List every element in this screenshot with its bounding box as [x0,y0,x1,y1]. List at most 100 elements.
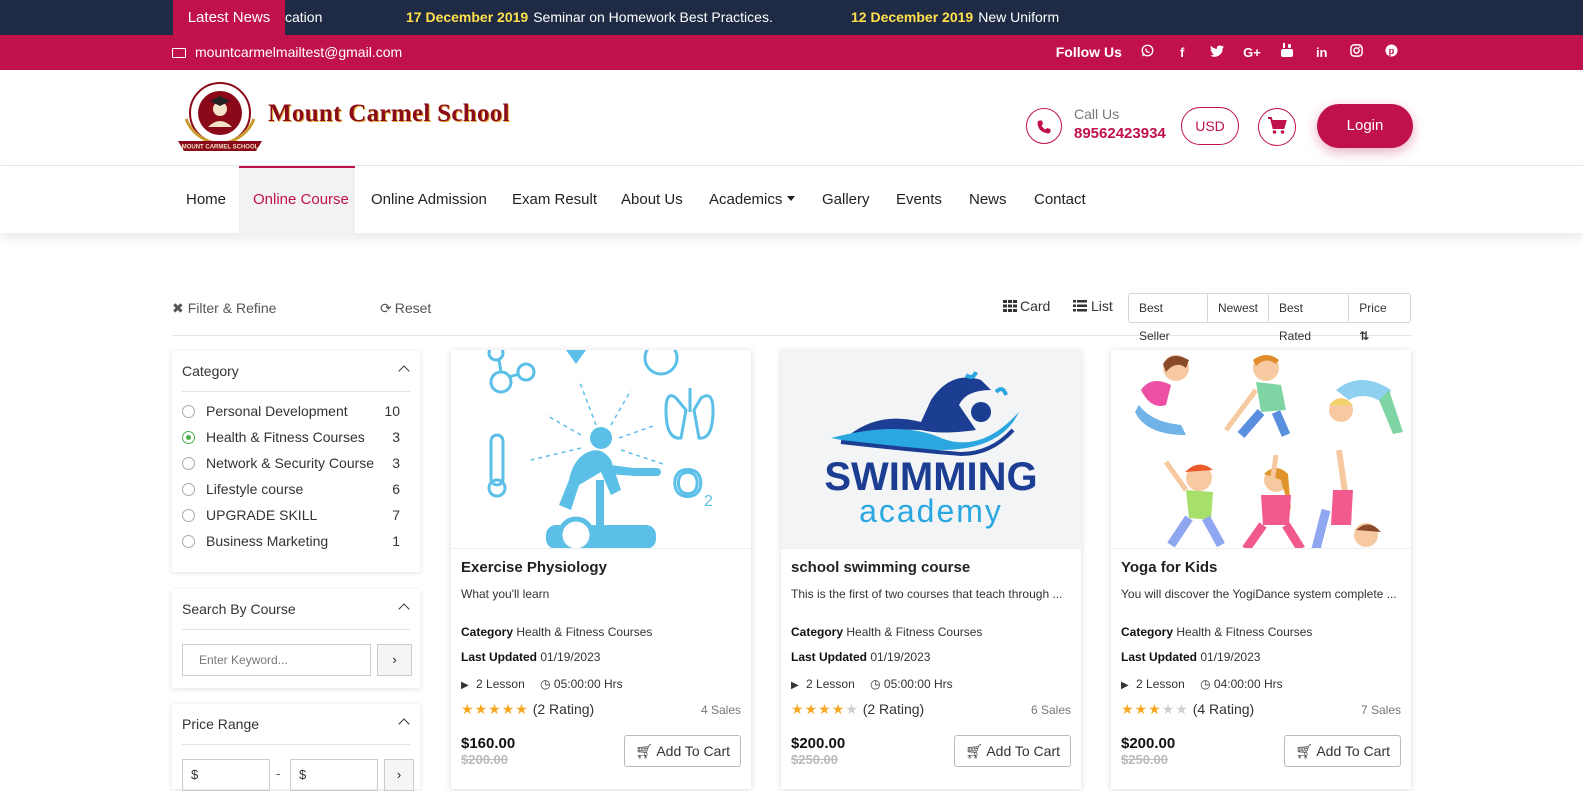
view-card-button[interactable]: Card [1003,298,1050,314]
price-max-input[interactable]: $ [290,759,378,791]
search-submit-button[interactable]: › [377,644,412,676]
course-category: Category Health & Fitness Courses [1121,625,1312,639]
price-panel-header[interactable]: Price Range [182,704,410,745]
course-image-swimming[interactable]: SWIMMING academy [781,350,1081,549]
star-icon: ★ [1121,701,1135,717]
category-value: Health & Fitness Courses [516,625,653,639]
category-item[interactable]: Health & Fitness Courses 3 [172,424,420,450]
filter-refine-toggle[interactable]: ✖ Filter & Refine [172,300,276,317]
nav-gallery[interactable]: Gallery [808,166,884,233]
category-count: 6 [392,481,400,497]
sort-price[interactable]: Price ⇅ [1349,294,1410,343]
course-image-yoga-kids[interactable] [1111,350,1411,549]
instagram-icon[interactable] [1341,35,1372,70]
category-count: 7 [392,507,400,523]
sort-best-rated[interactable]: Best Rated [1269,294,1350,343]
star-empty-icon: ★ [1161,701,1176,717]
course-card[interactable]: O 2 Exercise Physiology What you'll lear… [451,350,751,789]
follow-us-label: Follow Us [1055,44,1122,60]
nav-online-admission[interactable]: Online Admission [357,166,501,233]
social-links: Follow Us f G+ in p [1056,35,1407,70]
course-hours: 05:00:00 Hrs [883,677,953,691]
pinterest-icon[interactable]: p [1376,35,1407,70]
cart-button[interactable] [1258,108,1296,146]
star-icon: ★ [515,701,529,717]
course-title[interactable]: Exercise Physiology [461,559,607,576]
google-plus-icon[interactable]: G+ [1236,35,1267,70]
category-item[interactable]: UPGRADE SKILL 7 [172,502,420,528]
add-to-cart-button[interactable]: 🛒︎ Add To Cart [624,735,741,767]
call-us-label: Call Us [1074,106,1120,122]
star-icon: ★ [501,701,516,717]
sort-best-seller[interactable]: Best Seller [1129,294,1208,343]
category-item[interactable]: Lifestyle course 6 [172,476,420,502]
keyword-search-input[interactable]: Enter Keyword... [182,644,371,676]
svg-text:p: p [1389,46,1395,56]
add-to-cart-button[interactable]: 🛒︎ Add To Cart [954,735,1071,767]
chevron-up-icon [398,603,410,615]
news-text: New Uniform [978,9,1060,25]
sales-count: 4 Sales [700,703,741,717]
sort-newest[interactable]: Newest [1208,294,1269,322]
category-label: Category [461,625,514,639]
reset-button[interactable]: ⟳ Reset [380,300,431,317]
radio-button-selected[interactable] [182,431,195,444]
course-title[interactable]: Yoga for Kids [1121,559,1217,576]
category-item[interactable]: Network & Security Course 3 [172,450,420,476]
star-icon: ★ [791,701,805,717]
school-name[interactable]: Mount Carmel School [268,100,510,128]
course-hours: 04:00:00 Hrs [1213,677,1283,691]
search-title: Search By Course [182,601,296,617]
category-name: Lifestyle course [206,481,304,497]
email-link[interactable]: mountcarmelmailtest@gmail.com [172,35,402,70]
clock-icon: ◷ [870,677,881,691]
price-submit-button[interactable]: › [384,759,414,791]
add-to-cart-label: Add To Cart [656,743,730,759]
login-button[interactable]: Login [1317,104,1413,148]
news-item[interactable]: cation [285,0,322,35]
radio-button[interactable] [182,457,195,470]
linkedin-icon[interactable]: in [1306,35,1337,70]
phone-number[interactable]: 89562423934 [1074,125,1166,142]
site-header: MOUNT CARMEL SCHOOL Mount Carmel School … [0,70,1583,166]
news-item[interactable]: 12 December 2019 New Uniform [851,0,1059,35]
course-old-price: $250.00 [791,752,838,767]
news-item[interactable]: 17 December 2019 Seminar on Homework Best… [406,0,773,35]
whatsapp-icon[interactable] [1132,35,1163,70]
category-panel-header[interactable]: Category [182,351,410,392]
category-item[interactable]: Business Marketing 1 [172,528,420,554]
facebook-icon[interactable]: f [1167,35,1198,70]
search-panel-header[interactable]: Search By Course [182,589,410,630]
nav-home[interactable]: Home [172,166,240,233]
course-description: You will discover the YogiDance system c… [1121,587,1397,601]
price-min-input[interactable]: $ [182,759,270,791]
youtube-icon[interactable] [1271,35,1302,70]
rating-count: (2 Rating) [862,701,925,717]
course-image-exercise-physiology[interactable]: O 2 [451,350,751,549]
clock-icon: ◷ [540,677,551,691]
nav-academics[interactable]: Academics [695,166,809,233]
twitter-icon[interactable] [1202,35,1233,70]
price-separator: - [276,766,281,781]
radio-button[interactable] [182,483,195,496]
nav-about-us[interactable]: About Us [607,166,697,233]
radio-button[interactable] [182,535,195,548]
phone-icon [1026,108,1062,144]
school-logo-emblem[interactable]: MOUNT CARMEL SCHOOL [172,79,268,157]
course-card[interactable]: Yoga for Kids You will discover the Yogi… [1111,350,1411,789]
nav-events[interactable]: Events [882,166,956,233]
star-empty-icon: ★ [845,701,859,717]
course-card[interactable]: SWIMMING academy school swimming course … [781,350,1081,789]
nav-online-course[interactable]: Online Course [239,166,355,233]
view-list-button[interactable]: List [1073,298,1113,314]
nav-contact[interactable]: Contact [1020,166,1100,233]
nav-exam-result[interactable]: Exam Result [498,166,611,233]
add-to-cart-button[interactable]: 🛒︎ Add To Cart [1284,735,1401,767]
currency-selector[interactable]: USD [1181,107,1239,145]
course-title[interactable]: school swimming course [791,559,970,576]
nav-news[interactable]: News [955,166,1021,233]
radio-button[interactable] [182,405,195,418]
category-item[interactable]: Personal Development 10 [172,398,420,424]
category-count: 3 [392,429,400,445]
radio-button[interactable] [182,509,195,522]
